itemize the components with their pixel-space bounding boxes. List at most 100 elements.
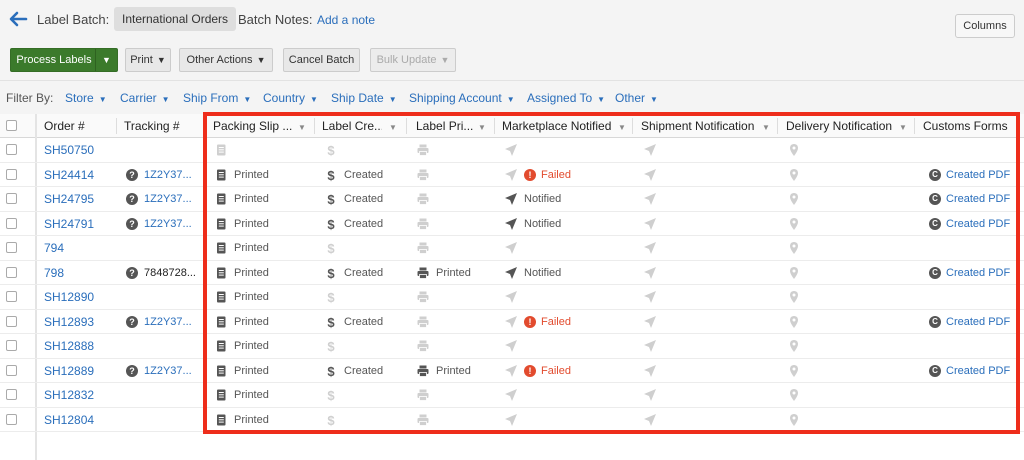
- row-checkbox[interactable]: [6, 315, 17, 327]
- col-label-created[interactable]: Label Cre...: [322, 114, 382, 138]
- order-number-link[interactable]: SH24791: [44, 212, 116, 236]
- back-arrow-icon[interactable]: [8, 9, 28, 29]
- created-pdf-link[interactable]: Created PDF: [946, 267, 1010, 279]
- bulk-update-button[interactable]: Bulk Update ▼: [370, 48, 456, 72]
- table-row[interactable]: SH12832 Printed $: [0, 383, 1024, 408]
- order-number-link[interactable]: SH12888: [44, 334, 116, 358]
- help-icon[interactable]: ?: [126, 266, 138, 279]
- order-number-link[interactable]: SH50750: [44, 138, 116, 162]
- sort-icon[interactable]: ▼: [762, 123, 770, 132]
- sort-icon[interactable]: ▼: [618, 123, 626, 132]
- filter-store[interactable]: Store ▼: [65, 91, 107, 105]
- created-pdf-link[interactable]: Created PDF: [946, 218, 1010, 230]
- col-packing-slip[interactable]: Packing Slip ...: [213, 114, 295, 138]
- col-customs-forms[interactable]: Customs Forms: [923, 114, 1013, 138]
- col-label-printed[interactable]: Label Pri...: [416, 114, 476, 138]
- help-icon[interactable]: ?: [126, 193, 138, 206]
- table-row[interactable]: SH12893? 1Z2Y37... Printed $ Created! Failed C…: [0, 310, 1024, 334]
- process-labels-button[interactable]: Process Labels ▼: [10, 48, 118, 72]
- filter-country[interactable]: Country ▼: [263, 91, 318, 105]
- filter-shipping-account[interactable]: Shipping Account ▼: [409, 91, 515, 105]
- col-order[interactable]: Order #: [44, 114, 114, 138]
- table-row[interactable]: 798? 7848728... Printed $ Created Printed Noti…: [0, 261, 1024, 285]
- row-checkbox[interactable]: [6, 266, 17, 278]
- order-number-link[interactable]: SH24414: [44, 163, 116, 187]
- packing-slip-text: Printed: [234, 242, 269, 254]
- order-number-link[interactable]: 794: [44, 236, 116, 260]
- table-row[interactable]: SH24791? 1Z2Y37... Printed $ Created Notified…: [0, 212, 1024, 236]
- row-checkbox[interactable]: [6, 340, 17, 351]
- help-icon[interactable]: ?: [126, 315, 138, 328]
- created-pdf-link[interactable]: Created PDF: [946, 316, 1010, 328]
- tracking-number[interactable]: 1Z2Y37...: [144, 218, 192, 230]
- print-button[interactable]: Print ▼: [125, 48, 171, 72]
- filter-shipping-account-label: Shipping Account: [409, 91, 502, 105]
- add-note-link[interactable]: Add a note: [317, 13, 375, 27]
- col-shipment-notification[interactable]: Shipment Notification: [641, 114, 766, 138]
- order-number-link[interactable]: SH24795: [44, 187, 116, 211]
- cancel-batch-button[interactable]: Cancel Batch: [283, 48, 360, 72]
- sort-icon[interactable]: ▼: [478, 123, 486, 132]
- row-checkbox[interactable]: [6, 168, 17, 180]
- packing-slip-status: Printed: [214, 285, 310, 309]
- table-row[interactable]: SH24414? 1Z2Y37... Printed $ Created! Failed C…: [0, 163, 1024, 187]
- col-tracking[interactable]: Tracking #: [124, 114, 199, 138]
- table-row[interactable]: SH50750 $: [0, 138, 1024, 163]
- tracking-number[interactable]: 1Z2Y37...: [144, 365, 192, 377]
- order-number-link[interactable]: SH12893: [44, 310, 116, 334]
- label-printed-status: [416, 236, 492, 260]
- sort-icon[interactable]: ▼: [298, 123, 306, 132]
- paper-plane-icon: [504, 168, 518, 182]
- row-checkbox[interactable]: [6, 144, 17, 155]
- select-all-checkbox[interactable]: [6, 120, 17, 131]
- row-checkbox[interactable]: [6, 217, 17, 229]
- chevron-down-icon: ▼: [161, 95, 170, 104]
- row-checkbox[interactable]: [6, 364, 17, 376]
- help-icon[interactable]: ?: [126, 168, 138, 181]
- table-row[interactable]: 794 Printed $: [0, 236, 1024, 261]
- table-row[interactable]: SH12888 Printed $: [0, 334, 1024, 359]
- order-number-link[interactable]: SH12890: [44, 285, 116, 309]
- created-pdf-link[interactable]: Created PDF: [946, 193, 1010, 205]
- row-checkbox[interactable]: [6, 413, 17, 425]
- filter-ship-from[interactable]: Ship From ▼: [183, 91, 251, 105]
- table-row[interactable]: SH12890 Printed $: [0, 285, 1024, 310]
- packing-slip-icon: [214, 388, 228, 402]
- tracking-number[interactable]: 1Z2Y37...: [144, 316, 192, 328]
- packing-slip-text: Printed: [234, 389, 269, 401]
- row-checkbox[interactable]: [6, 193, 17, 204]
- other-actions-button[interactable]: Other Actions ▼: [179, 48, 273, 72]
- delivery-notification-status: [787, 236, 817, 260]
- delivery-notification-status: [787, 334, 817, 358]
- table-row[interactable]: SH24795? 1Z2Y37... Printed $ Created Notified…: [0, 187, 1024, 212]
- order-number-link[interactable]: SH12804: [44, 408, 116, 432]
- help-icon[interactable]: ?: [126, 217, 138, 230]
- order-number-link[interactable]: SH12832: [44, 383, 116, 407]
- col-delivery-notification[interactable]: Delivery Notification: [786, 114, 901, 138]
- marketplace-notified-status: Notified: [504, 261, 630, 285]
- filter-ship-date[interactable]: Ship Date ▼: [331, 91, 397, 105]
- filter-carrier[interactable]: Carrier ▼: [120, 91, 170, 105]
- delivery-notification-status: [787, 138, 817, 162]
- columns-button[interactable]: Columns: [955, 14, 1015, 38]
- order-number-link[interactable]: 798: [44, 261, 116, 285]
- order-number-link[interactable]: SH12889: [44, 359, 116, 383]
- tracking-number[interactable]: 1Z2Y37...: [144, 193, 192, 205]
- table-row[interactable]: SH12804 Printed $: [0, 408, 1024, 432]
- process-labels-dropdown-icon[interactable]: ▼: [95, 49, 117, 71]
- filter-other[interactable]: Other ▼: [615, 91, 658, 105]
- dollar-icon: $: [324, 241, 338, 255]
- sort-icon[interactable]: ▼: [899, 123, 907, 132]
- sort-icon[interactable]: ▼: [389, 123, 397, 132]
- table-row[interactable]: SH12889? 1Z2Y37... Printed $ Created Printed!…: [0, 359, 1024, 383]
- help-icon[interactable]: ?: [126, 364, 138, 377]
- row-checkbox[interactable]: [6, 242, 17, 253]
- col-marketplace-notified[interactable]: Marketplace Notified: [502, 114, 617, 138]
- row-checkbox[interactable]: [6, 291, 17, 302]
- filter-assigned-to[interactable]: Assigned To ▼: [527, 91, 605, 105]
- created-pdf-link[interactable]: Created PDF: [946, 169, 1010, 181]
- tracking-number[interactable]: 1Z2Y37...: [144, 169, 192, 181]
- row-checkbox[interactable]: [6, 389, 17, 400]
- marketplace-notified-status: [504, 138, 630, 162]
- created-pdf-link[interactable]: Created PDF: [946, 365, 1010, 377]
